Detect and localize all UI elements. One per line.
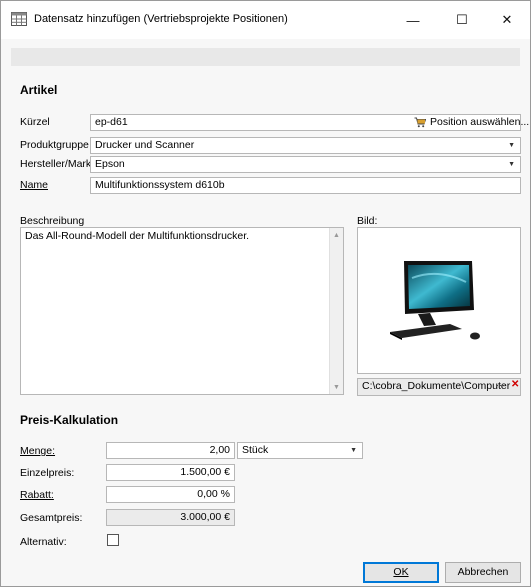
header-banner: [11, 48, 520, 66]
title-bar: Datensatz hinzufügen (Vertriebsprojekte …: [1, 1, 530, 39]
gesamtpreis-label: Gesamtpreis:: [20, 512, 83, 524]
window-title: Datensatz hinzufügen (Vertriebsprojekte …: [34, 13, 288, 25]
name-value: Multifunktionssystem d610b: [95, 179, 225, 191]
position-select-label: Position auswählen...: [430, 116, 530, 128]
name-field[interactable]: Multifunktionssystem d610b: [90, 177, 521, 194]
produktgruppe-label: Produktgruppe: [20, 139, 89, 151]
alternativ-checkbox[interactable]: [107, 534, 119, 546]
beschreibung-label: Beschreibung: [20, 215, 85, 227]
menge-label: Menge:: [20, 445, 56, 457]
name-label: Name: [20, 179, 49, 191]
chevron-down-icon: ▼: [508, 161, 515, 168]
einheit-value: Stück: [242, 444, 269, 456]
einheit-select[interactable]: Stück ▼: [237, 442, 363, 459]
bild-label: Bild:: [357, 215, 378, 227]
beschreibung-textarea[interactable]: Das All-Round-Modell der Multifunktionsd…: [20, 227, 344, 395]
browse-icon[interactable]: ···: [496, 380, 505, 390]
chevron-down-icon: ▼: [508, 142, 515, 149]
hersteller-select[interactable]: Epson ▼: [90, 156, 521, 173]
cancel-button-label: Abbrechen: [457, 566, 509, 578]
scroll-down-icon[interactable]: ▼: [330, 380, 343, 394]
einzelpreis-field[interactable]: 1.500,00 €: [106, 464, 235, 481]
cart-icon: [414, 117, 426, 128]
section-title-artikel: Artikel: [20, 83, 58, 97]
vertical-scrollbar[interactable]: ▲ ▼: [329, 228, 343, 394]
rabatt-label: Rabatt:: [20, 489, 54, 501]
clear-image-icon[interactable]: ✕: [511, 379, 519, 390]
cancel-button[interactable]: Abbrechen: [445, 562, 521, 583]
section-title-preis: Preis-Kalkulation: [20, 413, 119, 427]
rabatt-field[interactable]: 0,00 %: [106, 486, 235, 503]
menge-field[interactable]: 2,00: [106, 442, 235, 459]
einzelpreis-label: Einzelpreis:: [20, 467, 75, 479]
beschreibung-value: Das All-Round-Modell der Multifunktionsd…: [25, 230, 250, 242]
rabatt-value: 0,00 %: [197, 488, 230, 500]
menge-value: 2,00: [209, 444, 230, 456]
position-select-button[interactable]: Position auswählen...: [414, 115, 529, 130]
dialog-window: Datensatz hinzufügen (Vertriebsprojekte …: [0, 0, 531, 587]
close-button[interactable]: ✕: [484, 1, 530, 39]
product-image-box[interactable]: [357, 227, 521, 374]
gesamtpreis-value: 3.000,00 €: [180, 511, 230, 523]
einzelpreis-value: 1.500,00 €: [180, 466, 230, 478]
produktgruppe-value: Drucker und Scanner: [95, 139, 195, 151]
bild-path-value: C:\cobra_Dokumente\Computer: [362, 380, 511, 392]
alternativ-label: Alternativ:: [20, 536, 67, 548]
produktgruppe-select[interactable]: Drucker und Scanner ▼: [90, 137, 521, 154]
minimize-button[interactable]: —: [390, 1, 436, 39]
computer-image: [390, 261, 480, 340]
ok-button[interactable]: OK: [363, 562, 439, 583]
maximize-button[interactable]: ☐: [439, 1, 485, 39]
kuerzel-label: Kürzel: [20, 116, 50, 128]
hersteller-label: Hersteller/Marke: [20, 158, 98, 170]
scroll-up-icon[interactable]: ▲: [330, 228, 343, 242]
ok-button-label: OK: [393, 566, 409, 578]
table-icon: [11, 12, 27, 26]
chevron-down-icon: ▼: [350, 447, 357, 454]
hersteller-value: Epson: [95, 158, 125, 170]
gesamtpreis-field: 3.000,00 €: [106, 509, 235, 526]
kuerzel-value: ep-d61: [95, 116, 128, 128]
